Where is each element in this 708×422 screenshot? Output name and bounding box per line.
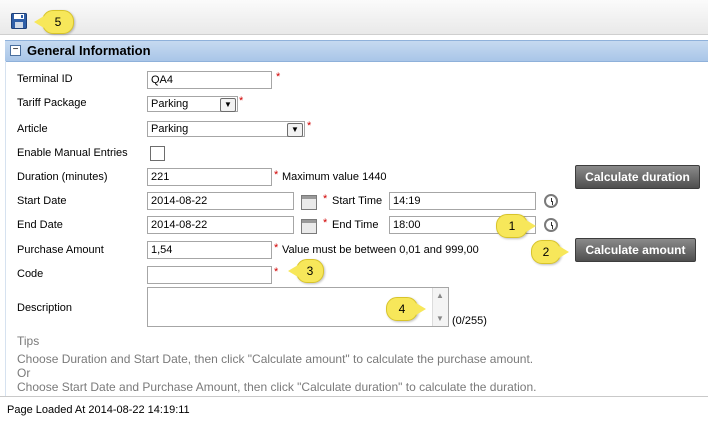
required-mark: * (274, 242, 279, 254)
callout-4: 4 (386, 297, 426, 321)
callout-5: 5 (34, 10, 74, 34)
purchase-amount-label: Purchase Amount (17, 244, 104, 256)
code-field[interactable] (147, 266, 272, 284)
clock-icon[interactable] (544, 194, 558, 208)
required-mark: * (276, 71, 281, 83)
article-label: Article (17, 123, 48, 135)
start-time-field[interactable]: 14:19 (389, 192, 536, 210)
code-label: Code (17, 268, 44, 280)
article-value: Parking (151, 123, 189, 135)
terminal-id-field[interactable]: QA4 (147, 71, 272, 89)
toolbar: 5 (0, 0, 708, 35)
tips-line: Or (17, 366, 31, 380)
purchase-amount-field[interactable]: 1,54 (147, 241, 272, 259)
enable-manual-checkbox[interactable] (150, 146, 165, 161)
description-counter: (0/255) (452, 315, 487, 327)
start-date-label: Start Date (17, 195, 67, 207)
article-select[interactable]: Parking ▼ (147, 121, 305, 137)
terminal-id-label: Terminal ID (17, 73, 73, 85)
end-date-field[interactable]: 2014-08-22 (147, 216, 294, 234)
chevron-down-icon: ▼ (220, 98, 236, 112)
tariff-package-value: Parking (151, 98, 189, 110)
calendar-icon[interactable] (301, 195, 317, 210)
tips-line: Choose Start Date and Purchase Amount, t… (17, 380, 537, 394)
save-icon[interactable] (11, 13, 27, 29)
calculate-amount-button[interactable]: Calculate amount (575, 238, 696, 262)
clock-icon[interactable] (544, 218, 558, 232)
duration-label: Duration (minutes) (17, 171, 108, 183)
required-mark: * (274, 169, 279, 181)
chevron-down-icon: ▼ (436, 314, 444, 323)
start-time-label: Start Time (332, 195, 383, 207)
tariff-package-label: Tariff Package (17, 97, 87, 109)
duration-field[interactable]: 221 (147, 168, 272, 186)
purchase-amount-note: Value must be between 0,01 and 999,00 (282, 244, 479, 256)
section-title: General Information (27, 43, 151, 58)
page-loaded-text: Page Loaded At 2014-08-22 14:19:11 (7, 404, 190, 416)
required-mark: * (323, 193, 328, 205)
required-mark: * (274, 266, 279, 278)
footer-divider (0, 396, 708, 397)
collapse-toggle-icon[interactable]: − (10, 45, 21, 56)
start-date-field[interactable]: 2014-08-22 (147, 192, 294, 210)
description-label: Description (17, 302, 73, 314)
required-mark: * (239, 95, 244, 107)
end-date-label: End Date (17, 219, 63, 231)
tariff-package-select[interactable]: Parking ▼ (147, 96, 238, 112)
calculate-duration-button[interactable]: Calculate duration (575, 165, 700, 189)
callout-1: 1 (496, 214, 536, 238)
callout-2: 2 (531, 240, 569, 264)
section-header: − General Information (5, 40, 708, 62)
end-time-label: End Time (332, 219, 379, 231)
enable-manual-label: Enable Manual Entries (17, 147, 128, 159)
callout-3: 3 (288, 259, 324, 283)
tips-title: Tips (17, 334, 40, 348)
calendar-icon[interactable] (301, 219, 317, 234)
duration-note: Maximum value 1440 (282, 171, 387, 183)
required-mark: * (323, 217, 328, 229)
chevron-down-icon: ▼ (287, 123, 303, 137)
description-scrollbar[interactable]: ▲ ▼ (432, 288, 448, 326)
tips-line: Choose Duration and Start Date, then cli… (17, 352, 534, 366)
chevron-up-icon: ▲ (436, 291, 444, 300)
required-mark: * (307, 120, 312, 132)
